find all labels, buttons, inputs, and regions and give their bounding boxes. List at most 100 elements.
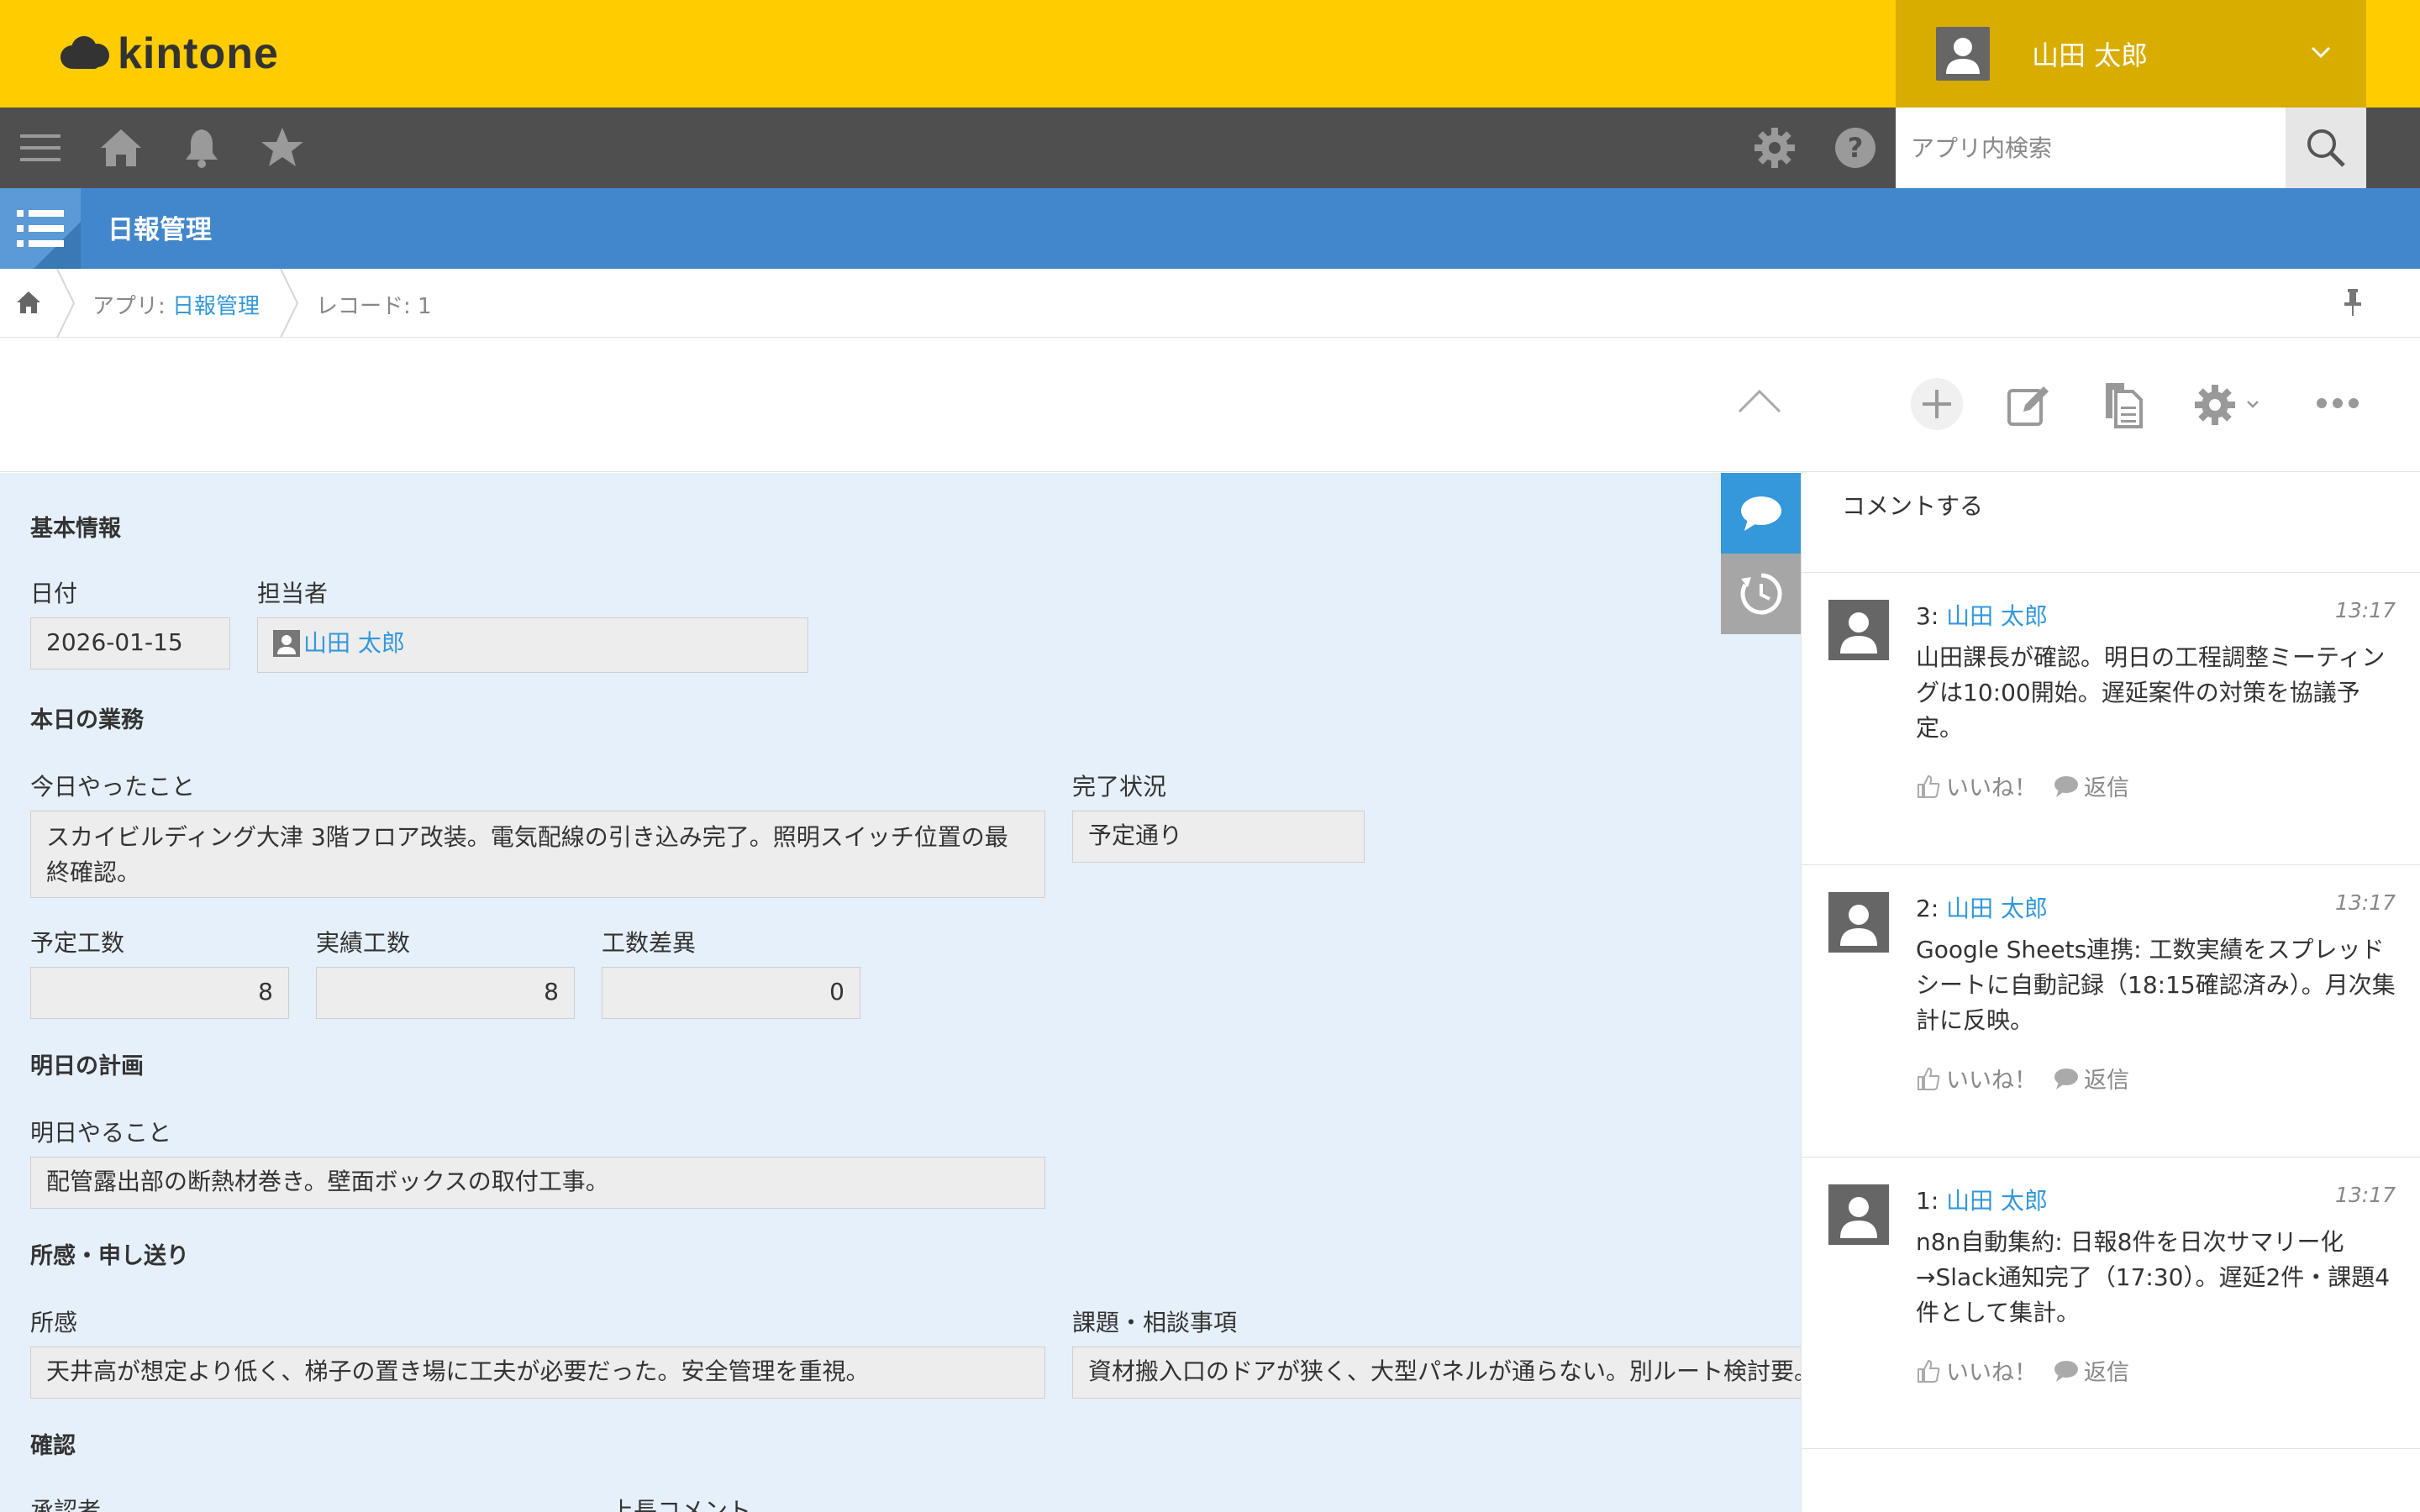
record-settings-gear-icon[interactable] (2191, 381, 2238, 428)
comment-user-link[interactable]: 山田 太郎 (1946, 895, 2048, 922)
comment-item: 2: 山田 太郎 13:17 Google Sheets連携: 工数実績をスプレ… (1802, 864, 2420, 1157)
comment-bubble-icon (1741, 496, 1781, 531)
impressions-value: 天井高が想定より低く、梯子の置き場に工夫が必要だった。安全管理を重視。 (30, 1347, 1045, 1399)
comment-header: 3: 山田 太郎 (1916, 598, 2048, 632)
hamburger-menu-icon[interactable] (17, 124, 64, 171)
reply-button[interactable]: 返信 (2054, 1062, 2129, 1095)
collapse-chevron-up-icon[interactable] (1736, 385, 1783, 418)
kintone-logo[interactable]: kintone (59, 25, 279, 82)
home-icon[interactable] (97, 124, 145, 171)
assignee-label: 担当者 (257, 580, 329, 607)
diff-hours-value: 0 (602, 967, 860, 1019)
settings-gear-icon[interactable] (1751, 124, 1798, 171)
comment-actions: いいね！ 返信 (1916, 769, 2146, 802)
actual-hours-label: 実績工数 (316, 929, 411, 957)
settings-chevron-down-icon[interactable] (2245, 396, 2260, 412)
reply-label: 返信 (2084, 775, 2129, 801)
app-list-icon[interactable] (0, 188, 81, 269)
comment-item: 3: 山田 太郎 13:17 山田課長が確認。明日の工程調整ミーティングは10:… (1802, 572, 2420, 864)
more-options-icon[interactable] (2316, 393, 2360, 413)
search-input[interactable] (1896, 108, 2286, 188)
app-title: 日報管理 (108, 215, 212, 245)
user-avatar (1936, 27, 1990, 81)
breadcrumb-app-link[interactable]: 日報管理 (172, 294, 260, 319)
section-today: 本日の業務 (30, 707, 144, 733)
comment-number: 2: (1916, 895, 1939, 922)
thumbs-up-icon (1918, 1067, 1940, 1090)
comment-header: 2: 山田 太郎 (1916, 890, 2048, 924)
comment-actions: いいね！ 返信 (1916, 1354, 2146, 1387)
user-silhouette-icon (1840, 612, 1877, 654)
reply-button[interactable]: 返信 (2054, 769, 2129, 802)
history-tab[interactable] (1721, 554, 1802, 634)
comment-item: 1: 山田 太郎 13:17 n8n自動集約: 日報8件を日次サマリー化→Sla… (1802, 1157, 2420, 1449)
breadcrumb-app: アプリ: 日報管理 (92, 289, 260, 320)
comment-input-prompt[interactable]: コメントする (1842, 488, 1983, 522)
date-label: 日付 (30, 580, 78, 607)
comment-text: 山田課長が確認。明日の工程調整ミーティングは10:00開始。遅延案件の対策を協議… (1916, 643, 2386, 742)
chevron-down-icon (2311, 46, 2331, 59)
add-record-icon[interactable] (1909, 376, 1965, 432)
like-button[interactable]: いいね！ (1916, 1062, 2037, 1095)
done-today-value: スカイビルディング大津 3階フロア改装。電気配線の引き込み完了。照明スイッチ位置… (30, 811, 1045, 898)
approver-label: 承認者 (30, 1497, 102, 1512)
like-label: いいね！ (1946, 1068, 2037, 1094)
comment-header: 1: 山田 太郎 (1916, 1183, 2048, 1216)
section-notes: 所感・申し送り (30, 1243, 189, 1269)
issues-value: 資材搬入口のドアが狭く、大型パネルが通らない。別ルート検討要。 (1072, 1347, 1801, 1399)
comment-user-link[interactable]: 山田 太郎 (1946, 1187, 2048, 1215)
favorites-star-icon[interactable] (259, 124, 306, 171)
comment-actions: いいね！ 返信 (1916, 1062, 2146, 1095)
like-button[interactable]: いいね！ (1916, 769, 2037, 802)
comment-user-link[interactable]: 山田 太郎 (1946, 602, 2048, 630)
assignee-user-link[interactable]: 山田 太郎 (303, 626, 405, 661)
diff-hours-label: 工数差異 (602, 929, 697, 957)
comment-avatar[interactable] (1828, 892, 1889, 953)
comment-text: Google Sheets連携: 工数実績をスプレッドシートに自動記録（18:1… (1916, 936, 2396, 1034)
header: kintone 山田 太郎 (0, 0, 2420, 108)
comment-avatar[interactable] (1828, 600, 1889, 660)
record-detail: 基本情報 日付 2026-01-15 担当者 山田 太郎 本日の業務 今日やった… (0, 473, 1801, 1512)
user-icon (273, 630, 300, 657)
breadcrumb-separator (56, 269, 76, 338)
notification-bell-icon[interactable] (178, 124, 225, 171)
planned-hours-label: 予定工数 (30, 929, 125, 957)
duplicate-record-icon[interactable] (2101, 380, 2148, 428)
done-today-label: 今日やったこと (30, 773, 196, 801)
reply-label: 返信 (2084, 1360, 2129, 1386)
section-basic-info: 基本情報 (30, 516, 121, 542)
comment-number: 3: (1916, 602, 1939, 630)
thumbs-up-icon (1918, 774, 1940, 798)
comment-time: 13:17 (2334, 890, 2396, 915)
search-button[interactable] (2286, 108, 2366, 188)
breadcrumb-record: レコード: 1 (316, 294, 432, 319)
status-label: 完了状況 (1072, 773, 1167, 801)
help-icon[interactable]: ? (1832, 124, 1879, 171)
comment-avatar[interactable] (1828, 1184, 1889, 1245)
date-value: 2026-01-15 (30, 617, 230, 669)
comments-tab[interactable] (1721, 473, 1802, 554)
edit-record-icon[interactable] (2005, 381, 2052, 428)
issues-label: 課題・相談事項 (1072, 1309, 1238, 1336)
like-button[interactable]: いいね！ (1916, 1354, 2037, 1387)
svg-text:?: ? (1848, 132, 1864, 164)
boss-comment-label: 上長コメント (610, 1497, 752, 1512)
reply-bubble-icon (2054, 775, 2078, 797)
user-silhouette-icon (1840, 1197, 1877, 1238)
app-title-bar (0, 188, 2420, 269)
actual-hours-value: 8 (316, 967, 575, 1019)
logo-text: kintone (118, 29, 279, 78)
user-menu[interactable]: 山田 太郎 (1896, 0, 2366, 108)
comment-number: 1: (1916, 1187, 1939, 1215)
like-label: いいね！ (1946, 1360, 2037, 1386)
comment-time: 13:17 (2334, 598, 2396, 622)
user-silhouette-icon (1946, 38, 1980, 74)
reply-button[interactable]: 返信 (2054, 1354, 2129, 1387)
pin-icon[interactable] (2339, 287, 2366, 318)
breadcrumb-app-prefix: アプリ: (92, 294, 173, 319)
breadcrumb-home-icon[interactable] (15, 289, 42, 316)
app-search (1896, 108, 2366, 188)
reply-bubble-icon (2054, 1068, 2078, 1089)
planned-hours-value: 8 (30, 967, 289, 1019)
user-name: 山田 太郎 (2032, 39, 2149, 71)
